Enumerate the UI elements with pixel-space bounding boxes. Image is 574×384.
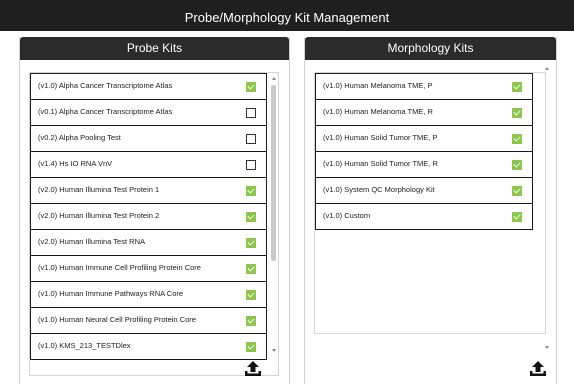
list-item[interactable]: (v1.0) Human Neural Cell Profiling Prote… (30, 307, 267, 334)
probe-kits-panel: Probe Kits (v1.0) Alpha Cancer Transcrip… (19, 37, 290, 384)
morphology-kits-list: (v1.0) Human Melanoma TME, P (v1.0) Human… (315, 73, 533, 230)
checked-checkbox[interactable] (246, 212, 256, 222)
kit-label: (v1.4) Hs IO RNA VnV (38, 159, 113, 168)
list-item[interactable]: (v1.0) Alpha Cancer Transcriptome Atlas (30, 73, 267, 100)
checked-checkbox[interactable] (512, 186, 522, 196)
morphology-kits-panel: Morphology Kits (v1.0) Human Melanoma TM… (304, 37, 557, 384)
checked-checkbox[interactable] (246, 290, 256, 300)
checked-checkbox[interactable] (512, 134, 522, 144)
unchecked-checkbox[interactable] (246, 160, 256, 170)
scroll-down-arrow-icon[interactable] (272, 349, 276, 352)
probe-kits-upload-button[interactable] (243, 359, 263, 379)
kit-label: (v2.0) Human Illumina Test Protein 1 (38, 185, 160, 194)
list-item[interactable]: (v0.2) Alpha Pooling Test (30, 125, 267, 152)
kit-label: (v1.0) Human Immune Pathways RNA Core (38, 289, 184, 298)
window-title-bar: Probe/Morphology Kit Management (0, 0, 574, 31)
list-item[interactable]: (v1.0) Custom (315, 203, 533, 230)
unchecked-checkbox[interactable] (246, 108, 256, 118)
kit-label: (v1.0) Human Solid Tumor TME, P (323, 133, 438, 142)
checked-checkbox[interactable] (246, 342, 256, 352)
checked-checkbox[interactable] (246, 316, 256, 326)
probe-kits-list: (v1.0) Alpha Cancer Transcriptome Atlas (… (30, 73, 267, 360)
list-item[interactable]: (v2.0) Human Illumina Test Protein 1 (30, 177, 267, 204)
kit-label: (v1.0) Human Immune Cell Profiling Prote… (38, 263, 201, 272)
list-item[interactable]: (v2.0) Human Illumina Test RNA (30, 229, 267, 256)
morphology-kits-upload-button[interactable] (528, 359, 548, 379)
kit-label: (v1.0) KMS_213_TESTDlex (38, 341, 131, 350)
checked-checkbox[interactable] (512, 82, 522, 92)
list-item[interactable]: (v1.0) Human Melanoma TME, R (315, 99, 533, 126)
checked-checkbox[interactable] (246, 238, 256, 248)
scroll-up-arrow-icon[interactable] (272, 77, 276, 80)
list-item[interactable]: (v0.1) Alpha Cancer Transcriptome Atlas (30, 99, 267, 126)
list-item[interactable]: (v1.4) Hs IO RNA VnV (30, 151, 267, 178)
checked-checkbox[interactable] (246, 264, 256, 274)
upload-icon (245, 361, 261, 376)
list-item[interactable]: (v1.0) Human Solid Tumor TME, R (315, 151, 533, 178)
list-item[interactable]: (v1.0) Human Immune Pathways RNA Core (30, 281, 267, 308)
kit-label: (v1.0) System QC Morphology Kit (323, 185, 435, 194)
scroll-down-arrow-icon[interactable] (545, 346, 549, 349)
kit-label: (v1.0) Human Neural Cell Profiling Prote… (38, 315, 196, 324)
checked-checkbox[interactable] (246, 186, 256, 196)
list-item[interactable]: (v1.0) KMS_213_TESTDlex (30, 333, 267, 360)
checked-checkbox[interactable] (246, 82, 256, 92)
scrollbar-thumb[interactable] (271, 85, 276, 261)
list-item[interactable]: (v1.0) Human Melanoma TME, P (315, 73, 533, 100)
kit-label: (v2.0) Human Illumina Test RNA (38, 237, 145, 246)
morphology-kits-list-frame: (v1.0) Human Melanoma TME, P (v1.0) Human… (314, 72, 546, 334)
unchecked-checkbox[interactable] (246, 134, 256, 144)
probe-kits-header: Probe Kits (20, 37, 289, 60)
kit-label: (v1.0) Human Melanoma TME, R (323, 107, 433, 116)
window-title: Probe/Morphology Kit Management (184, 10, 390, 25)
kit-label: (v0.1) Alpha Cancer Transcriptome Atlas (38, 107, 173, 116)
checked-checkbox[interactable] (512, 212, 522, 222)
kit-label: (v1.0) Human Solid Tumor TME, R (323, 159, 438, 168)
kit-label: (v1.0) Human Melanoma TME, P (323, 81, 433, 90)
scroll-up-arrow-icon[interactable] (545, 67, 549, 70)
checked-checkbox[interactable] (512, 160, 522, 170)
checked-checkbox[interactable] (512, 108, 522, 118)
list-item[interactable]: (v2.0) Human Illumina Test Protein 2 (30, 203, 267, 230)
kit-label: (v2.0) Human Illumina Test Protein 2 (38, 211, 160, 220)
kit-label: (v0.2) Alpha Pooling Test (38, 133, 121, 142)
upload-icon (530, 361, 546, 376)
kit-label: (v1.0) Custom (323, 211, 371, 220)
morphology-kits-header: Morphology Kits (305, 37, 556, 60)
list-item[interactable]: (v1.0) Human Immune Cell Profiling Prote… (30, 255, 267, 282)
kit-label: (v1.0) Alpha Cancer Transcriptome Atlas (38, 81, 173, 90)
list-item[interactable]: (v1.0) System QC Morphology Kit (315, 177, 533, 204)
list-item[interactable]: (v1.0) Human Solid Tumor TME, P (315, 125, 533, 152)
probe-kits-list-frame: (v1.0) Alpha Cancer Transcriptome Atlas (… (29, 72, 279, 376)
